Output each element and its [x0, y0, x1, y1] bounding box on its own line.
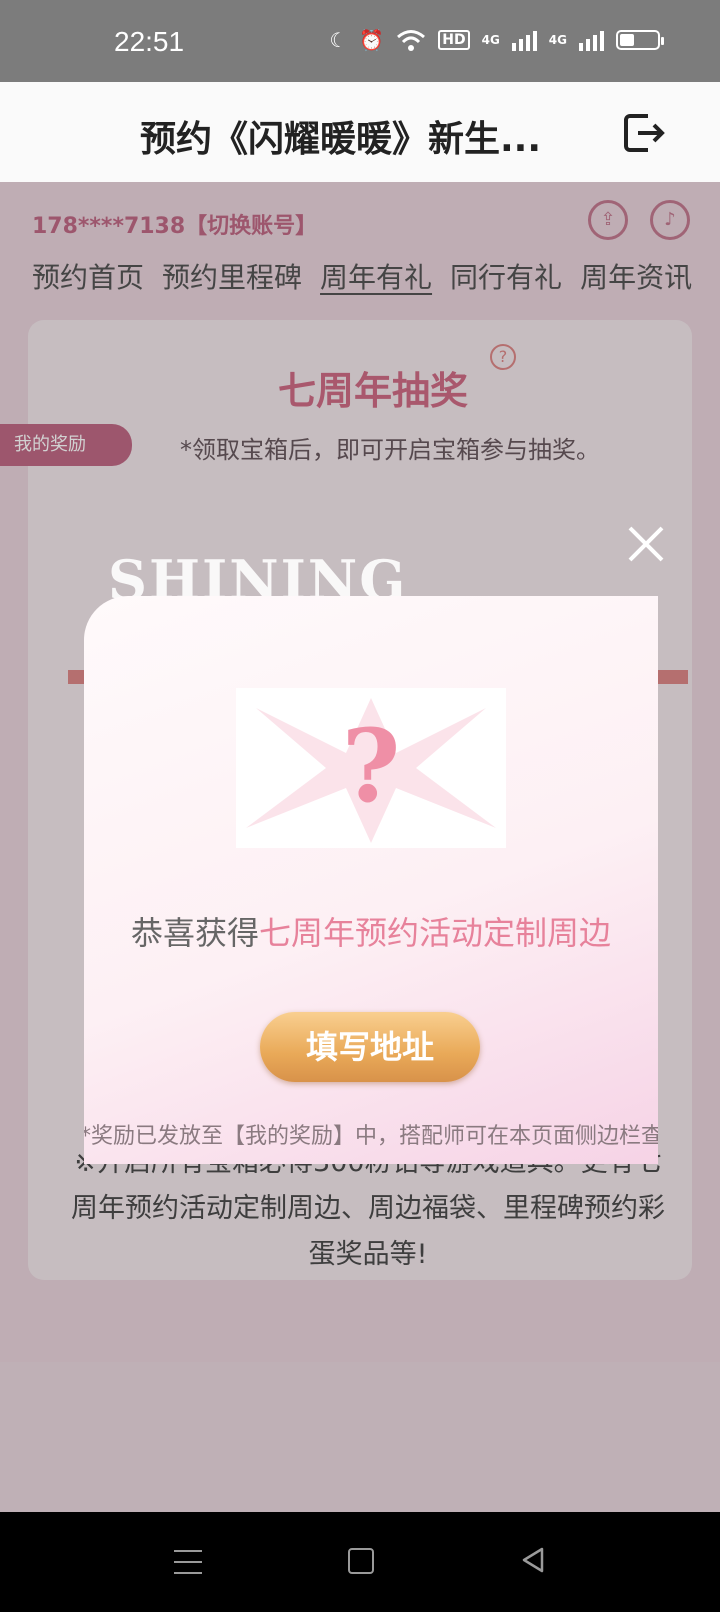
title-bar: 预约《闪耀暖暖》新生...: [0, 82, 720, 182]
prize-image: ?: [236, 688, 506, 848]
signal-icon: [511, 29, 537, 51]
prize-name: 七周年预约活动定制周边: [259, 914, 612, 952]
alarm-icon: ⏰: [359, 28, 385, 52]
network-type-2: 4G: [548, 33, 567, 47]
prize-modal: ? 恭喜获得七周年预约活动定制周边 填写地址 *奖励已发放至【我的奖励】中，搭配…: [84, 596, 658, 1164]
back-icon[interactable]: [520, 1546, 546, 1574]
question-mark-icon: ?: [341, 707, 401, 825]
exit-icon[interactable]: [620, 110, 666, 156]
menu-icon[interactable]: [174, 1550, 202, 1574]
congrats-prefix: 恭喜获得: [130, 914, 259, 952]
system-nav-bar: [0, 1512, 720, 1612]
page-title: 预约《闪耀暖暖》新生...: [140, 119, 542, 160]
wifi-icon: [397, 30, 426, 51]
status-bar: 22:51 ☾ ⏰ HD 4G 4G: [0, 0, 720, 82]
battery-icon: [616, 30, 664, 50]
status-time: 22:51: [114, 26, 185, 57]
home-icon[interactable]: [348, 1548, 374, 1574]
network-type-1: 4G: [481, 33, 500, 47]
reward-note: *奖励已发放至【我的奖励】中，搭配师可在本页面侧边栏查: [84, 1124, 658, 1149]
fill-address-button[interactable]: 填写地址: [260, 1012, 480, 1082]
hd-icon: HD: [438, 30, 470, 50]
close-icon[interactable]: [622, 520, 670, 568]
congrats-text: 恭喜获得七周年预约活动定制周边: [84, 908, 658, 954]
status-icons: ☾ ⏰ HD 4G 4G: [329, 28, 664, 52]
moon-icon: ☾: [329, 28, 348, 52]
signal-icon-2: [579, 29, 604, 51]
